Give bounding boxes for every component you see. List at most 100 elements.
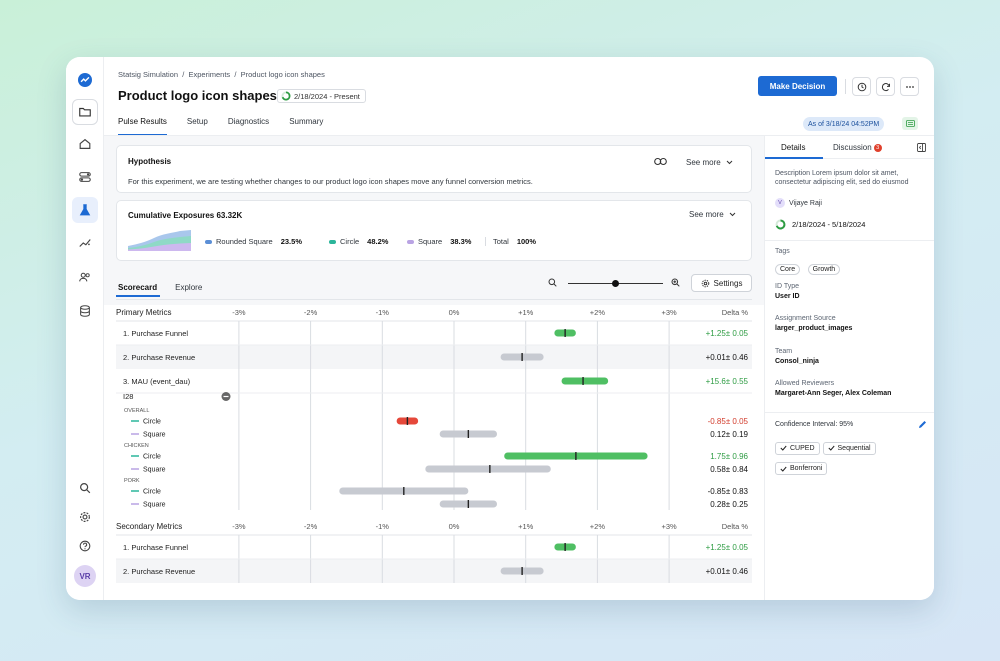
- metric-row-label: 3. MAU (event_dau): [123, 377, 191, 386]
- statsig-logo-icon[interactable]: [72, 67, 98, 93]
- hypothesis-title: Hypothesis: [128, 157, 172, 166]
- axis-tick-label: 0%: [449, 308, 460, 317]
- axis-tick-label: +3%: [661, 308, 677, 317]
- make-decision-button[interactable]: Make Decision: [758, 76, 837, 96]
- collapse-panel-icon[interactable]: [917, 143, 926, 152]
- axis-tick-label: -2%: [304, 308, 318, 317]
- metric-row-label: 2. Purchase Revenue: [123, 353, 195, 362]
- metric-row-label: 1. Purchase Funnel: [123, 329, 188, 338]
- zoom-slider-handle[interactable]: [612, 280, 619, 287]
- link-icon[interactable]: [654, 157, 667, 166]
- tag-chip[interactable]: Growth: [807, 264, 841, 275]
- tab-pulse-results[interactable]: Pulse Results: [118, 116, 177, 136]
- reviewers-section: Allowed Reviewers Margaret-Ann Seger, Al…: [775, 380, 927, 397]
- axis-tick-label: +1%: [518, 522, 534, 531]
- delta-value: 1.75± 0.96: [710, 452, 748, 461]
- metrics-section-header: Secondary Metrics: [116, 522, 182, 531]
- tab-summary[interactable]: Summary: [279, 116, 333, 136]
- database-icon[interactable]: [72, 298, 98, 324]
- delta-value: +1.25± 0.05: [706, 329, 749, 338]
- series-label: Circle: [143, 454, 161, 461]
- series-label: Square: [143, 432, 166, 439]
- table-row-shade: [116, 345, 752, 369]
- gear-icon[interactable]: [72, 504, 98, 530]
- left-nav-rail: VR: [66, 57, 104, 600]
- series-label: Circle: [143, 489, 161, 496]
- team-label: Team: [775, 348, 793, 355]
- series-label: Square: [143, 502, 166, 509]
- axis-tick-label: +2%: [590, 308, 606, 317]
- confidence-interval-bar: [561, 377, 609, 385]
- group-label: CHICKEN: [124, 443, 149, 449]
- tab-discussion[interactable]: Discussion 3: [833, 143, 882, 152]
- as-of-timestamp[interactable]: As of 3/18/24 04:52PM: [803, 117, 885, 131]
- experiment-description: Description Lorem ipsum dolor sit amet, …: [775, 170, 909, 186]
- option-bonferroni[interactable]: Bonferroni: [775, 462, 828, 475]
- scorecard-chart: Primary Metrics -3% -2% -1% 0% +1% +2% +3% Delta…: [116, 308, 752, 583]
- breadcrumb-item[interactable]: Experiments: [188, 70, 230, 79]
- users-icon[interactable]: [72, 264, 98, 290]
- tab-setup[interactable]: Setup: [177, 116, 218, 136]
- axis-tick-label: 0%: [449, 522, 460, 531]
- refresh-icon[interactable]: [876, 77, 895, 96]
- help-icon[interactable]: [72, 533, 98, 559]
- search-icon[interactable]: [72, 475, 98, 501]
- analytics-icon[interactable]: [72, 230, 98, 256]
- keyboard-icon[interactable]: [902, 117, 918, 130]
- tab-scorecard[interactable]: Scorecard: [116, 283, 166, 297]
- exposure-total: Total 100%: [485, 237, 536, 246]
- delta-value: -0.85± 0.05: [708, 417, 749, 426]
- option-cuped[interactable]: CUPED: [775, 441, 820, 455]
- tag-chip[interactable]: Core: [775, 264, 801, 275]
- history-icon[interactable]: [852, 77, 871, 96]
- folder-icon[interactable]: [72, 99, 98, 125]
- breadcrumb-item[interactable]: Product logo icon shapes: [241, 70, 325, 79]
- more-options-icon[interactable]: [900, 77, 919, 96]
- exposures-sparkline: [128, 230, 191, 251]
- page-tabs: Pulse Results Setup Diagnostics Summary: [118, 116, 333, 136]
- legend-swatch: [205, 239, 212, 244]
- main-content: Hypothesis See more For this experiment,…: [104, 136, 764, 600]
- page-title: Product logo icon shapes: [118, 88, 277, 103]
- team-section: Team Consol_ninja: [775, 348, 927, 365]
- confidence-interval-bar: [425, 465, 551, 473]
- experiments-flask-icon[interactable]: [72, 197, 98, 223]
- app-window: VR Statsig Simulation / Experiments / Pr…: [66, 57, 934, 600]
- settings-button[interactable]: Settings: [691, 274, 752, 292]
- edit-pencil-icon[interactable]: [918, 420, 927, 429]
- tab-explore[interactable]: Explore: [166, 283, 211, 297]
- active-tab-indicator: [765, 157, 823, 159]
- progress-ring-icon: [281, 91, 291, 101]
- exposure-legend-rounded-square: Rounded Square 23.5%: [205, 237, 302, 246]
- zoom-in-icon[interactable]: [671, 278, 680, 289]
- discussion-count-badge: 3: [873, 144, 882, 152]
- tab-details[interactable]: Details: [781, 143, 805, 152]
- panel-tabs: Details Discussion 3: [765, 136, 934, 159]
- home-icon[interactable]: [72, 131, 98, 157]
- assignment-section: Assignment Source larger_product_images: [775, 315, 927, 332]
- assignment-value: larger_product_images: [775, 325, 853, 332]
- divider: [765, 412, 934, 413]
- exposures-title: Cumulative Exposures 63.32K: [128, 211, 243, 220]
- exposures-see-more[interactable]: See more: [689, 210, 736, 219]
- check-icon: [827, 445, 835, 451]
- tab-diagnostics[interactable]: Diagnostics: [218, 116, 279, 136]
- delta-header: Delta %: [722, 522, 749, 531]
- delta-value: 0.58± 0.84: [710, 465, 748, 474]
- toggles-icon[interactable]: [72, 164, 98, 190]
- confidence-interval-label: Confidence Interval: 95%: [775, 421, 854, 428]
- assignment-label: Assignment Source: [775, 315, 836, 322]
- divider: [845, 79, 846, 94]
- breadcrumb-item[interactable]: Statsig Simulation: [118, 70, 178, 79]
- series-label: Circle: [143, 419, 161, 426]
- option-sequential[interactable]: Sequential: [822, 441, 876, 455]
- hypothesis-see-more[interactable]: See more: [686, 158, 733, 167]
- id-type-section: ID Type User ID: [775, 283, 927, 300]
- group-label: OVERALL: [124, 408, 149, 414]
- subtabs-divider: [116, 299, 752, 300]
- zoom-out-icon[interactable]: [548, 278, 557, 289]
- user-avatar[interactable]: VR: [74, 565, 96, 587]
- breadcrumb: Statsig Simulation / Experiments / Produ…: [118, 70, 325, 79]
- analysis-options: CUPED Sequential Bonferroni: [775, 438, 927, 479]
- table-row-shade: [116, 559, 752, 583]
